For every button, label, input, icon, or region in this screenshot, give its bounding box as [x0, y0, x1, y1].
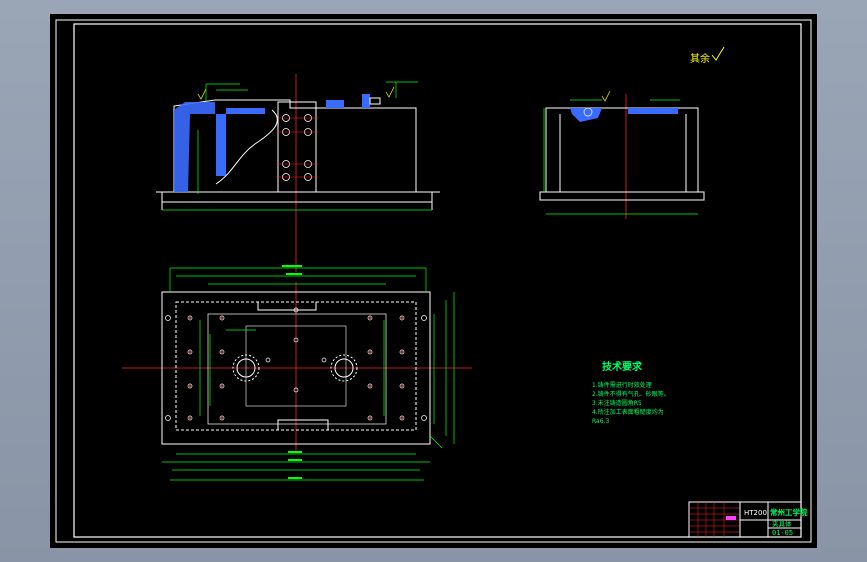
- tech-req-line: Ra6.3: [592, 418, 609, 425]
- front-base-plate: [161, 191, 433, 203]
- roughness-symbol: 其余: [690, 46, 725, 65]
- front-left-section-hatch: [174, 102, 215, 192]
- side-base-plate: [539, 191, 705, 201]
- side-view: [539, 90, 705, 219]
- side-dimension-lines: [543, 99, 698, 215]
- part-name-label: 夹具体: [772, 519, 792, 528]
- tech-req-line: 3.未注铸造圆角R5: [592, 399, 642, 407]
- outer-border: [55, 19, 812, 543]
- tech-req-line: 1.铸件需进行时效处理: [592, 381, 652, 389]
- top-view: [122, 265, 472, 481]
- side-body-outline: [545, 107, 699, 193]
- side-top-hatch: [628, 108, 678, 114]
- tech-req-line: 4.所注加工表面粗糙度均为: [592, 408, 664, 416]
- drawing-number-label: 01-05: [772, 529, 793, 537]
- front-bolt-holes: [282, 114, 312, 181]
- material-label: HT200: [744, 509, 767, 517]
- title-block: HT200 常州工学院 夹具体 01-05: [688, 501, 808, 538]
- inner-border: [73, 23, 802, 538]
- top-dimension-lines: [162, 267, 455, 481]
- cad-drawing-viewport[interactable]: 其余 技术要求 1.铸件需进行时效处理 2.铸件不得有气孔、砂眼等。 3.未注铸…: [50, 14, 817, 548]
- technical-requirements: 技术要求 1.铸件需进行时效处理 2.铸件不得有气孔、砂眼等。 3.未注铸造圆角…: [592, 360, 670, 425]
- drawing-canvas: 其余 技术要求 1.铸件需进行时效处理 2.铸件不得有气孔、砂眼等。 3.未注铸…: [55, 19, 812, 543]
- front-hole-centerlines: [276, 117, 318, 178]
- checkmark-icon: [711, 46, 725, 61]
- tech-req-line: 2.铸件不得有气孔、砂眼等。: [592, 390, 670, 398]
- institution-label: 常州工学院: [770, 507, 808, 517]
- top-dimension-values: [282, 265, 302, 479]
- front-rib-hatch: [216, 114, 226, 176]
- tech-req-heading: 技术要求: [602, 360, 643, 373]
- roughness-note: 其余: [690, 52, 710, 65]
- front-dimension-lines: [162, 81, 432, 211]
- side-boss-hatch: [570, 108, 602, 122]
- front-view: [156, 74, 440, 272]
